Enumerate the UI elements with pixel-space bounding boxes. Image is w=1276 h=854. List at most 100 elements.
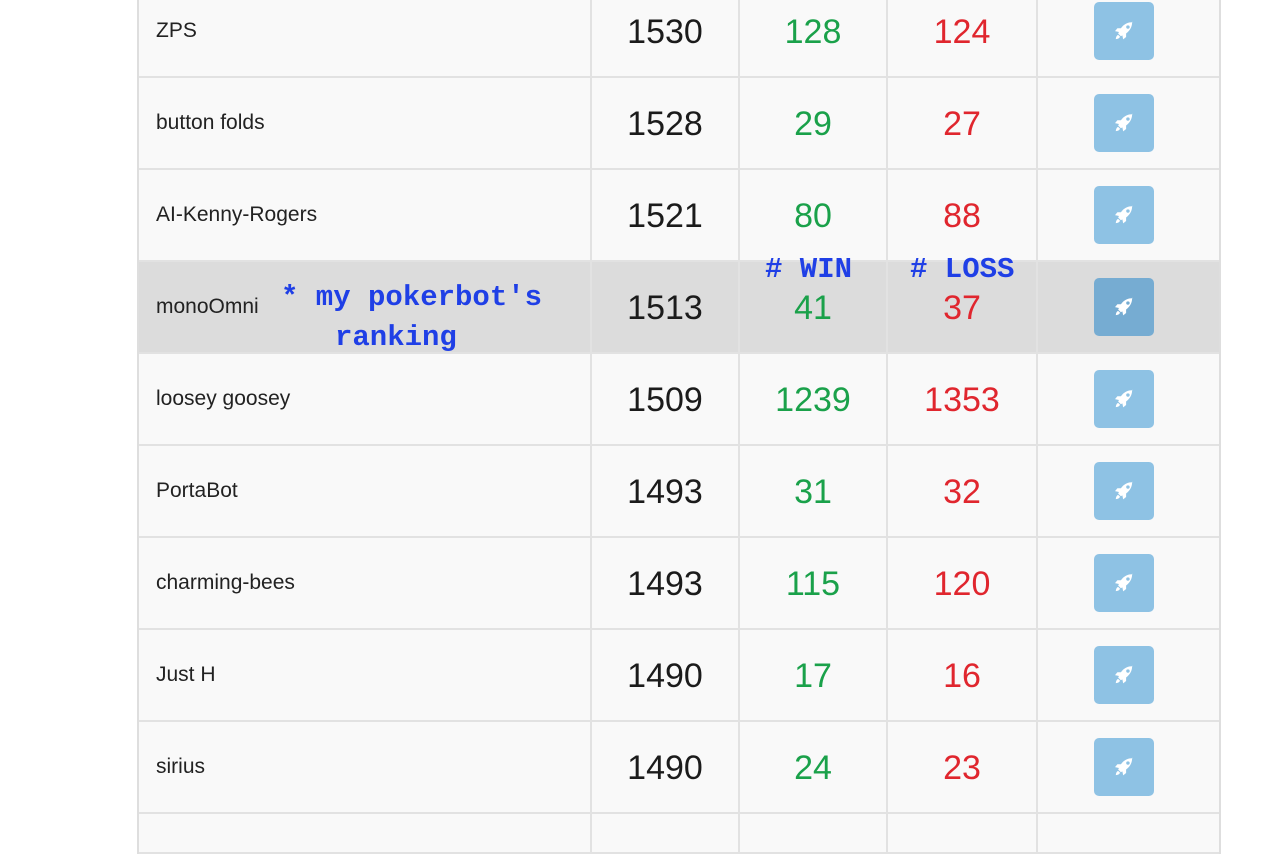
bot-wins: 17 (740, 630, 888, 720)
bot-action (1038, 538, 1219, 628)
bot-rating: 1493 (592, 446, 740, 536)
bot-name-text: AI-Kenny-Rogers (156, 203, 318, 226)
bot-losses: 32 (888, 446, 1038, 536)
bot-name-text: sirius (156, 755, 206, 778)
rocket-icon (1113, 20, 1135, 42)
bot-rating: 1513 (592, 262, 740, 352)
bot-wins-value: 24 (794, 748, 832, 787)
rocket-icon (1113, 296, 1135, 318)
bot-losses: 23 (888, 722, 1038, 812)
challenge-button[interactable] (1094, 94, 1154, 152)
challenge-button[interactable] (1094, 2, 1154, 60)
bot-rating-value: 1490 (627, 748, 703, 787)
bot-rating: 1521 (592, 170, 740, 260)
bot-losses-value: 37 (943, 288, 981, 327)
table-row: Just H 1490 17 16 (139, 630, 1219, 722)
bot-name: charming-bees (139, 538, 592, 628)
bot-name: PortaBot (139, 446, 592, 536)
bot-wins: 31 (740, 446, 888, 536)
bot-name-text: loosey goosey (156, 387, 291, 410)
rocket-icon (1113, 112, 1135, 134)
table-row: PortaBot 1493 31 32 (139, 446, 1219, 538)
bot-name-text: button folds (156, 111, 265, 134)
bot-name: button folds (139, 78, 592, 168)
bot-action (1038, 630, 1219, 720)
bot-wins: 80 (740, 170, 888, 260)
bot-losses-value: 124 (933, 12, 991, 51)
bot-losses: 120 (888, 538, 1038, 628)
bot-losses: 88 (888, 170, 1038, 260)
bot-wins-value: 17 (794, 656, 832, 695)
annotation-loss-label: # LOSS (910, 253, 1015, 286)
bot-rating: 1490 (592, 630, 740, 720)
bot-rating-value: 1493 (627, 564, 703, 603)
bot-losses: 27 (888, 78, 1038, 168)
bot-wins-value: 115 (785, 564, 841, 603)
table-row: ZPS 1530 128 124 (139, 0, 1219, 78)
bot-name-text: PortaBot (156, 479, 238, 502)
bot-losses-value: 120 (933, 564, 991, 603)
bot-action (1038, 170, 1219, 260)
bot-wins-value: 29 (794, 104, 832, 143)
bot-rating: 1493 (592, 538, 740, 628)
rocket-icon (1113, 756, 1135, 778)
bot-action (1038, 722, 1219, 812)
bot-losses-value: 1353 (924, 380, 1000, 419)
bot-name-text: ZPS (156, 19, 197, 42)
bot-name: ZPS (139, 0, 592, 76)
challenge-button[interactable] (1094, 370, 1154, 428)
challenge-button[interactable] (1094, 554, 1154, 612)
challenge-button[interactable] (1094, 186, 1154, 244)
bot-name: AI-Kenny-Rogers (139, 170, 592, 260)
rocket-icon (1113, 480, 1135, 502)
challenge-button[interactable] (1094, 278, 1154, 336)
annotation-win-label: # WIN (765, 253, 853, 286)
bot-losses-value: 88 (943, 196, 981, 235)
bot-rating-value: 1528 (627, 104, 703, 143)
table-row: sirius 1490 24 23 (139, 722, 1219, 814)
bot-action (1038, 78, 1219, 168)
rocket-icon (1113, 204, 1135, 226)
annotation-note-line2: ranking (335, 321, 457, 354)
bot-wins-value: 128 (784, 12, 842, 51)
bot-action (1038, 354, 1219, 444)
challenge-button[interactable] (1094, 646, 1154, 704)
bot-rating: 1528 (592, 78, 740, 168)
bot-losses-value: 23 (943, 748, 981, 787)
bot-name-text: Just H (156, 663, 216, 686)
rocket-icon (1113, 388, 1135, 410)
bot-name-text: charming-bees (156, 571, 295, 594)
bot-losses: 16 (888, 630, 1038, 720)
rocket-icon (1113, 572, 1135, 594)
bot-wins: 115 (740, 538, 888, 628)
annotation-my-bot-note: * my pokerbot's ranking (281, 278, 542, 358)
leaderboard-rows: ZPS 1530 128 124 button folds 1528 29 27 AI-Kenn… (139, 0, 1219, 814)
bot-rating-value: 1493 (627, 472, 703, 511)
bot-losses-value: 27 (943, 104, 981, 143)
bot-losses-value: 16 (943, 656, 981, 695)
bot-action (1038, 446, 1219, 536)
bot-rating: 1490 (592, 722, 740, 812)
bot-rating-value: 1530 (627, 12, 703, 51)
challenge-button[interactable] (1094, 462, 1154, 520)
bot-losses: 1353 (888, 354, 1038, 444)
table-row: AI-Kenny-Rogers 1521 80 88 (139, 170, 1219, 262)
bot-wins: 24 (740, 722, 888, 812)
bot-rating-value: 1513 (627, 288, 703, 327)
bot-losses: 124 (888, 0, 1038, 76)
bot-name: sirius (139, 722, 592, 812)
rocket-icon (1113, 664, 1135, 686)
bot-rating-value: 1509 (627, 380, 703, 419)
challenge-button[interactable] (1094, 738, 1154, 796)
table-row: button folds 1528 29 27 (139, 78, 1219, 170)
bot-rating-value: 1490 (627, 656, 703, 695)
annotation-note-line1: * my pokerbot's (281, 281, 543, 314)
bot-wins: 1239 (740, 354, 888, 444)
bot-name: Just H (139, 630, 592, 720)
bot-wins-value: 80 (794, 196, 832, 235)
table-row: charming-bees 1493 115 120 (139, 538, 1219, 630)
leaderboard-table: ZPS 1530 128 124 button folds 1528 29 27 AI-Kenn… (137, 0, 1221, 854)
bot-rating: 1530 (592, 0, 740, 76)
bot-wins-value: 31 (794, 472, 832, 511)
bot-wins: 128 (740, 0, 888, 76)
